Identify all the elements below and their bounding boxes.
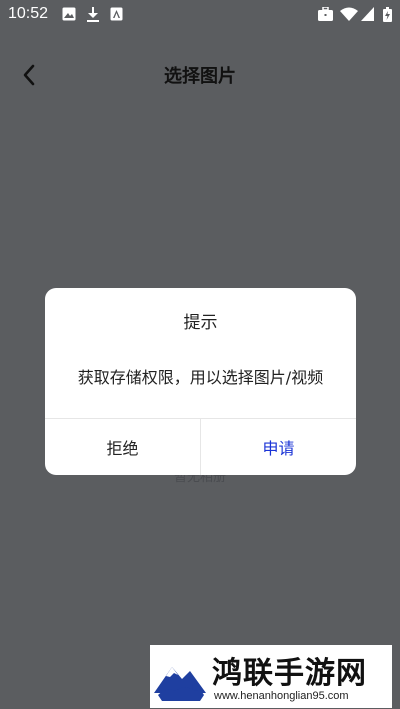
briefcase-icon (318, 7, 333, 21)
dialog-title: 提示 (183, 313, 218, 333)
watermark: 鸿联手游网 www.henanhonglian95.com (150, 645, 392, 708)
apply-button[interactable]: 申请 (201, 419, 356, 475)
page-title: 选择图片 (164, 66, 236, 87)
signal-icon (361, 7, 374, 21)
download-icon (87, 7, 99, 22)
watermark-title: 鸿联手游网 (212, 656, 367, 691)
image-icon (62, 7, 76, 21)
status-time: 10:52 (8, 5, 49, 22)
permission-dialog: 提示 获取存储权限，用以选择图片/视频 拒绝 申请 (45, 288, 356, 475)
refuse-button[interactable]: 拒绝 (45, 419, 200, 475)
wifi-icon (340, 7, 358, 21)
site-logo-icon (152, 649, 208, 705)
battery-icon (383, 7, 392, 22)
app-header: 选择图片 (0, 52, 400, 98)
app-icon (110, 7, 123, 21)
watermark-url: www.henanhonglian95.com (214, 690, 349, 702)
dialog-message: 获取存储权限，用以选择图片/视频 (77, 368, 324, 387)
status-bar: 10:52 (0, 0, 400, 30)
